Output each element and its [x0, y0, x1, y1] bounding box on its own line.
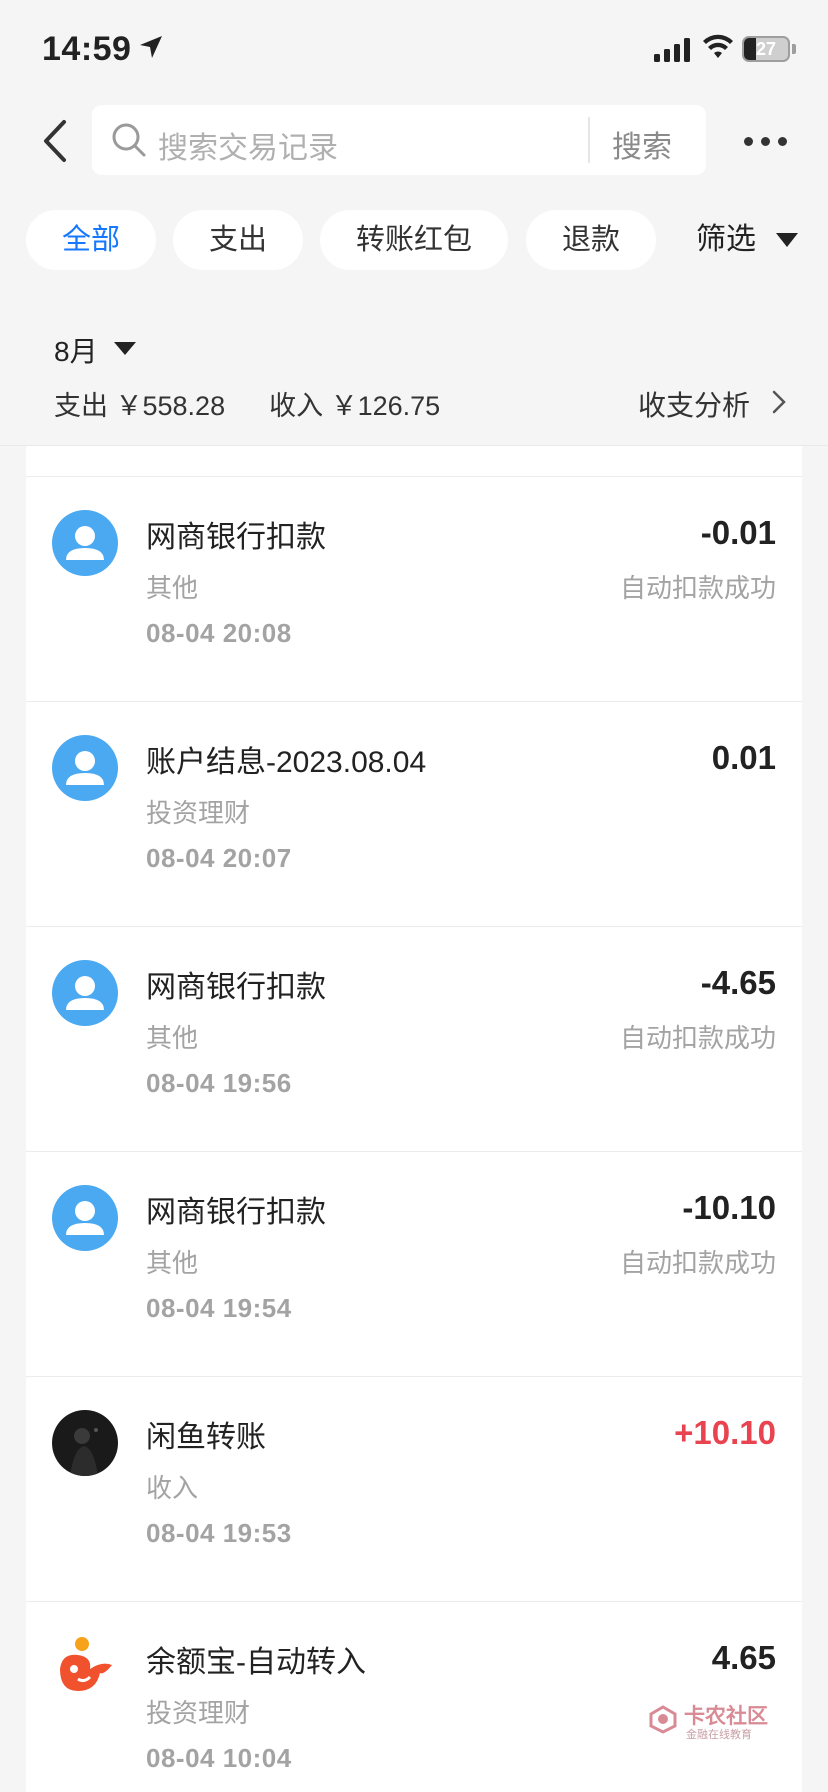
- month-caret-down-icon[interactable]: [114, 342, 136, 355]
- transaction-row[interactable]: 账户结息-2023.08.04 投资理财 08-04 20:07 0.01: [26, 701, 802, 926]
- transaction-title: 余额宝-自动转入: [146, 1646, 366, 1679]
- income-total: 收入 ￥126.75: [269, 391, 441, 421]
- location-arrow-icon: [140, 36, 162, 58]
- search-bar[interactable]: 搜索交易记录 搜索: [92, 105, 706, 175]
- transaction-status: 自动扣款成功: [619, 1023, 776, 1053]
- transaction-category: 其他: [146, 1023, 199, 1053]
- transaction-time: 08-04 20:07: [146, 843, 292, 873]
- transaction-time: 08-04 20:08: [146, 618, 292, 648]
- transaction-amount: -0.01: [700, 514, 776, 551]
- month-selector[interactable]: 8月: [54, 330, 98, 370]
- transaction-category: 收入: [146, 1473, 199, 1503]
- default-user-avatar-icon: [52, 960, 118, 1026]
- caret-down-icon[interactable]: [776, 233, 798, 247]
- search-icon: [112, 123, 146, 157]
- battery-icon: 27: [742, 36, 790, 62]
- search-input[interactable]: 搜索交易记录: [158, 123, 338, 167]
- more-options-icon[interactable]: [740, 130, 790, 150]
- expense-total: 支出 ￥558.28: [54, 391, 226, 421]
- month-summary: 支出 ￥558.28 收入 ￥126.75: [54, 384, 484, 423]
- transaction-category: 其他: [146, 1248, 199, 1278]
- chip-transfer-redpacket[interactable]: 转账红包: [320, 210, 508, 270]
- transaction-title: 闲鱼转账: [146, 1421, 266, 1454]
- cellular-signal-icon: [654, 38, 690, 62]
- transaction-status: 自动扣款成功: [619, 573, 776, 603]
- transaction-amount: 0.01: [711, 739, 776, 776]
- watermark-logo-icon: [649, 1705, 677, 1734]
- transaction-title: 网商银行扣款: [146, 1196, 326, 1229]
- transaction-list: 网商银行扣款 其他 08-04 20:08 -0.01 自动扣款成功 账户结息-2023.…: [26, 446, 802, 1792]
- status-bar: 14:59 27: [0, 0, 828, 100]
- yuebao-logo-avatar-icon: [52, 1635, 118, 1701]
- transaction-amount: -10.10: [682, 1189, 776, 1226]
- wifi-icon: [703, 34, 733, 58]
- chip-all[interactable]: 全部: [26, 210, 156, 270]
- row-divider: [26, 701, 802, 702]
- transaction-time: 08-04 19:56: [146, 1068, 292, 1098]
- watermark-subtitle: 金融在线教育: [686, 1729, 752, 1741]
- chips-fade: [670, 210, 690, 270]
- transaction-category: 其他: [146, 573, 199, 603]
- default-user-avatar-icon: [52, 735, 118, 801]
- transaction-row[interactable]: 网商银行扣款 其他 08-04 19:56 -4.65 自动扣款成功: [26, 926, 802, 1151]
- income-expense-analysis-link[interactable]: 收支分析: [638, 384, 750, 424]
- watermark: 卡农社区 金融在线教育: [648, 1700, 768, 1741]
- transaction-row[interactable]: 余额宝-自动转入 投资理财 08-04 10:04 4.65: [26, 1601, 802, 1792]
- chip-refund[interactable]: 退款: [526, 210, 656, 270]
- transaction-title: 网商银行扣款: [146, 521, 326, 554]
- battery-percent: 27: [755, 39, 777, 59]
- battery-tip: [792, 44, 796, 54]
- search-button[interactable]: 搜索: [612, 122, 672, 166]
- transaction-amount: +10.10: [674, 1414, 776, 1451]
- row-divider: [26, 1376, 802, 1377]
- row-divider: [26, 1601, 802, 1602]
- transaction-row[interactable]: 网商银行扣款 其他 08-04 20:08 -0.01 自动扣款成功: [26, 476, 802, 701]
- transaction-title: 网商银行扣款: [146, 971, 326, 1004]
- chip-expense[interactable]: 支出: [173, 210, 303, 270]
- transaction-amount: -4.65: [700, 964, 776, 1001]
- row-divider: [26, 926, 802, 927]
- transaction-time: 08-04 19:53: [146, 1518, 292, 1548]
- transaction-title: 账户结息-2023.08.04: [146, 746, 427, 779]
- back-chevron-icon[interactable]: [36, 116, 76, 166]
- default-user-avatar-icon: [52, 1185, 118, 1251]
- transaction-time: 08-04 19:54: [146, 1293, 292, 1323]
- transaction-category: 投资理财: [146, 798, 251, 828]
- default-user-avatar-icon: [52, 510, 118, 576]
- row-divider: [26, 1151, 802, 1152]
- filter-chips: 全部 支出 转账红包 退款 筛选: [0, 210, 828, 272]
- transaction-row[interactable]: 闲鱼转账收入 08-04 19:53 +10.10: [26, 1376, 802, 1601]
- photo-dark-avatar-icon: [52, 1410, 118, 1476]
- transaction-time: 08-04 10:04: [146, 1743, 292, 1773]
- filter-button[interactable]: 筛选: [696, 210, 756, 270]
- transaction-status: 自动扣款成功: [619, 1248, 776, 1278]
- transaction-amount: 4.65: [711, 1639, 776, 1676]
- search-divider: [588, 117, 590, 163]
- transaction-category: 投资理财: [146, 1698, 251, 1728]
- transaction-row[interactable]: 网商银行扣款 其他 08-04 19:54 -10.10 自动扣款成功: [26, 1151, 802, 1376]
- status-time: 14:59: [42, 30, 132, 68]
- chevron-right-icon[interactable]: [770, 388, 788, 416]
